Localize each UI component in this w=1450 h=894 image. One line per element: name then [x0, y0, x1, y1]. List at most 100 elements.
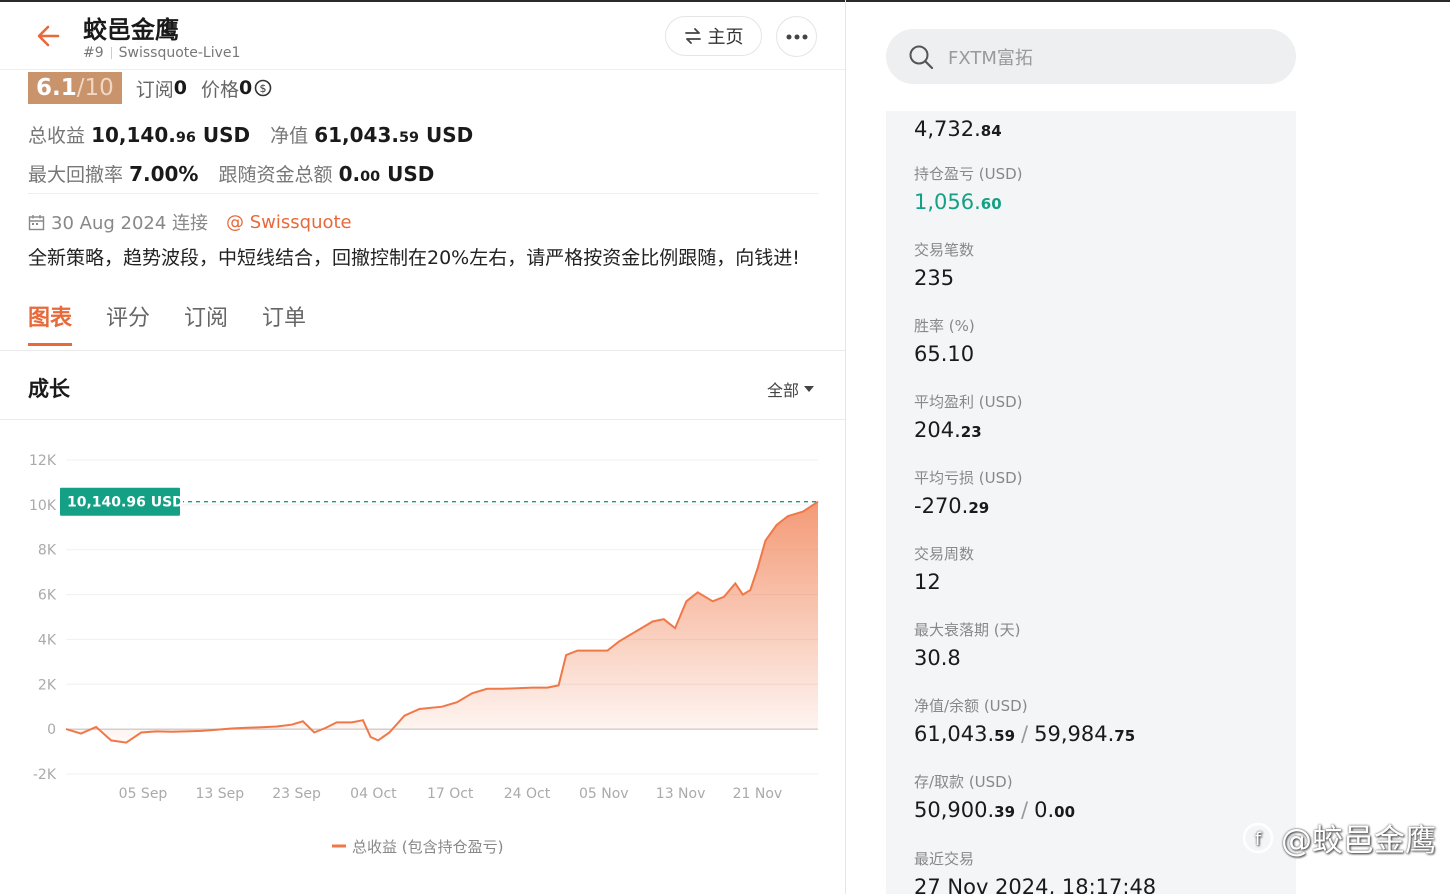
trader-name: 蛟邑金鹰 — [83, 16, 179, 44]
price-label: 价格 — [201, 78, 240, 101]
score-denominator: /10 — [76, 75, 114, 101]
connect-date: 30 Aug 2024 连接 — [51, 213, 209, 234]
stat-label: 平均盈利 (USD) — [914, 393, 1023, 411]
stat-item: 最大衰落期 (天) 30.8 — [914, 619, 1020, 670]
stat-item: 平均盈利 (USD) 204.23 — [914, 391, 1023, 442]
x-tick-label: 05 Sep — [119, 786, 168, 802]
equity-value: 61,043.59 USD — [314, 123, 474, 147]
trader-detail-panel: 蛟邑金鹰 #9 Swissquote-Live1 主页 6.1/10 订阅 0 价… — [0, 0, 846, 894]
more-dots-icon — [786, 34, 807, 39]
growth-title: 成长 — [28, 377, 70, 401]
svg-text:f: f — [1255, 829, 1262, 850]
stat-item-equity-balance: 净值/余额 (USD) 61,043.59/59,984.75 — [914, 695, 1135, 746]
range-dropdown[interactable]: 全部 — [767, 377, 815, 401]
tab-bar: 图表 评分 订阅 订单 — [28, 300, 306, 346]
coin-icon: $ — [254, 79, 272, 97]
zhihu-logo-icon: f — [1242, 822, 1274, 853]
drawdown-follow-line: 最大回撤率 7.00% 跟随资金总额 0.00 USD — [28, 160, 434, 187]
score-value: 6.1 — [36, 75, 77, 101]
stat-value: 30.8 — [914, 646, 961, 670]
equity-label: 净值 — [270, 125, 309, 147]
subscribe-label: 订阅 — [135, 78, 174, 101]
strategy-description: 全新策略，趋势波段，中短线结合，回撤控制在20%左右，请严格按资金比例跟随，向钱… — [28, 247, 800, 269]
stat-label: 存/取款 (USD) — [914, 773, 1013, 791]
trader-subline: #9 Swissquote-Live1 — [83, 45, 240, 61]
trader-account: Swissquote-Live1 — [118, 45, 241, 61]
x-tick-label: 23 Sep — [272, 786, 321, 802]
stat-value: 61,043.59/59,984.75 — [914, 722, 1136, 746]
legend-label[interactable]: 总收益 (包含持仓盈亏) — [352, 838, 503, 856]
stat-value: -270.29 — [914, 494, 990, 518]
broker-link[interactable]: @ Swissquote — [226, 212, 352, 233]
stat-item-last-trade: 最近交易 27 Nov 2024, 18:17:48 — [914, 848, 1156, 894]
y-tick-label: 12K — [29, 453, 57, 469]
trader-rank: #9 — [83, 45, 104, 61]
stat-value: 235 — [914, 266, 955, 290]
y-tick-label: 2K — [38, 677, 57, 693]
range-dropdown-value: 全部 — [767, 381, 800, 400]
stat-item: 胜率 (%) 65.10 — [914, 315, 975, 366]
tab-rating[interactable]: 评分 — [106, 300, 150, 346]
stat-label: 最近交易 — [914, 850, 975, 868]
stat-value: 1,056.60 — [914, 190, 1002, 214]
stat-value: 4,732.84 — [914, 117, 1002, 141]
divider — [0, 350, 845, 351]
watermark: f @蛟邑金鹰 — [1241, 815, 1436, 860]
tab-chart[interactable]: 图表 — [28, 300, 73, 346]
subscribe-count: 0 — [173, 77, 188, 99]
x-tick-label: 13 Sep — [195, 786, 244, 802]
stat-label: 胜率 (%) — [914, 317, 975, 335]
profit-equity-line: 总收益 10,140.96 USD 净值 61,043.59 USD — [28, 121, 473, 148]
follow-funds-value: 0.00 USD — [338, 162, 435, 186]
follow-funds-label: 跟随资金总额 — [218, 164, 333, 186]
stat-label: 最大衰落期 (天) — [914, 621, 1021, 639]
x-tick-label: 21 Nov — [733, 786, 783, 802]
stat-value: 50,900.39/0.00 — [914, 798, 1076, 822]
total-profit-value: 10,140.96 USD — [91, 123, 251, 147]
swap-arrows-icon — [684, 28, 701, 44]
stat-label: 持仓盈亏 (USD) — [914, 165, 1023, 183]
x-tick-label: 24 Oct — [504, 786, 551, 802]
tab-orders[interactable]: 订单 — [262, 300, 306, 346]
stat-value: 65.10 — [914, 342, 975, 366]
stat-item-deposit-withdraw: 存/取款 (USD) 50,900.39/0.00 — [914, 771, 1075, 822]
home-button-label: 主页 — [707, 27, 744, 48]
x-tick-label: 13 Nov — [656, 786, 706, 802]
stat-value: 12 — [914, 570, 941, 594]
y-tick-label: 4K — [38, 632, 57, 648]
growth-chart: -2K 0 2K 4K 6K 8K 10K 12K 05 Sep 13 Sep 23 Sep 04 … — [29, 453, 819, 856]
stat-item: 平均亏损 (USD) -270.29 — [914, 467, 1023, 518]
stats-panel: 4,732.84 持仓盈亏 (USD) 1,056.60 交易笔数 235 胜率… — [886, 111, 1296, 894]
stat-value: 27 Nov 2024, 18:17:48 — [914, 875, 1157, 894]
back-arrow-icon[interactable] — [34, 22, 62, 50]
y-tick-label: 10K — [29, 498, 57, 514]
caret-down-icon — [804, 386, 815, 392]
watermark-text: @蛟邑金鹰 — [1281, 823, 1436, 859]
x-tick-label: 04 Oct — [350, 786, 397, 802]
stat-label: 净值/余额 (USD) — [914, 697, 1028, 715]
stat-value: 204.23 — [914, 418, 982, 442]
x-tick-label: 05 Nov — [579, 786, 629, 802]
search-placeholder: FXTM富拓 — [948, 47, 1033, 69]
search-input[interactable]: FXTM富拓 — [886, 29, 1296, 84]
search-icon — [909, 45, 934, 69]
stat-label: 平均亏损 (USD) — [914, 469, 1023, 487]
divider — [28, 193, 818, 194]
total-profit-label: 总收益 — [28, 125, 86, 147]
home-button[interactable]: 主页 — [665, 16, 762, 56]
stat-item: 持仓盈亏 (USD) 1,056.60 — [914, 163, 1023, 214]
more-options-button[interactable] — [776, 16, 817, 57]
calendar-icon — [28, 214, 45, 230]
score-badge: 6.1/10 — [28, 72, 122, 104]
max-drawdown-value: 7.00% — [129, 162, 199, 186]
tab-subscribe[interactable]: 订阅 — [184, 300, 228, 346]
score-row: 6.1/10 订阅 0 价格 0 $ — [28, 72, 272, 104]
stat-item: 交易笔数 235 — [914, 239, 974, 290]
connect-info: 30 Aug 2024 连接 @ Swissquote — [28, 209, 352, 235]
y-tick-label: 8K — [38, 543, 57, 559]
stat-item: 交易周数 12 — [914, 543, 974, 594]
svg-text:$: $ — [260, 82, 267, 95]
y-tick-label: 6K — [38, 588, 57, 604]
stat-label: 交易笔数 — [914, 241, 975, 259]
price-value: 0 — [239, 77, 253, 99]
